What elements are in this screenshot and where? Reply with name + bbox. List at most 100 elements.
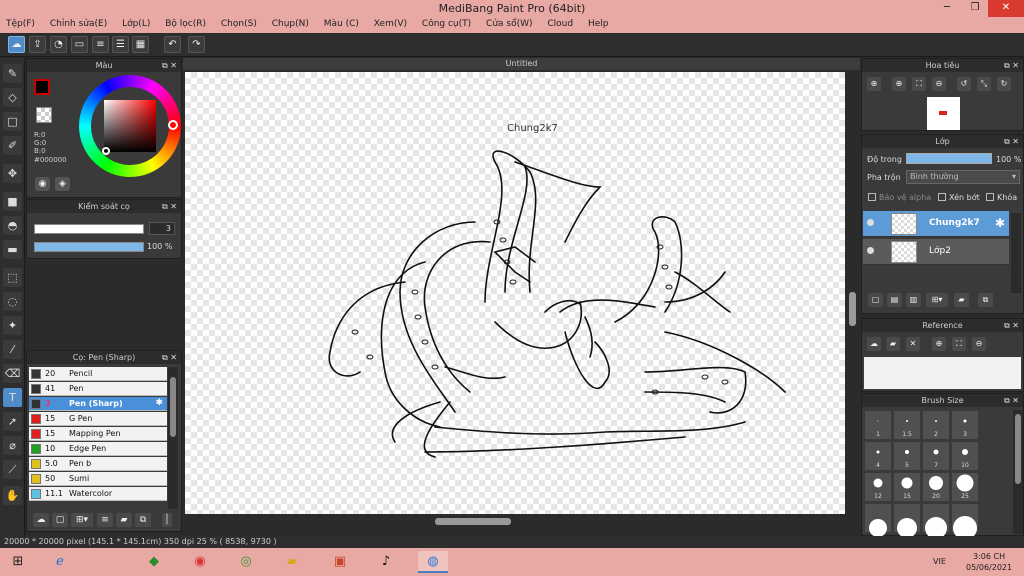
panel-buttons[interactable]: ⧉ ✕	[162, 59, 177, 72]
share-icon[interactable]: ⇪	[29, 36, 46, 53]
list-icon[interactable]: ☰	[112, 36, 129, 53]
chrome-icon[interactable]: ◉	[188, 551, 212, 573]
brush-size-cell[interactable]: 3	[951, 410, 979, 440]
zoom-out-icon[interactable]: ⊖	[972, 337, 986, 351]
fit-icon[interactable]: ⤡	[977, 77, 991, 91]
layer-row-selected[interactable]: Chung2k7 ✱	[863, 211, 1009, 237]
bluestacks-icon[interactable]: ◆	[142, 551, 166, 573]
comment-icon[interactable]: ◔	[50, 36, 67, 53]
gradient-icon[interactable]: ▬	[3, 240, 22, 259]
rotate-left-icon[interactable]: ↺	[957, 77, 971, 91]
layer-folder-icon[interactable]: ▰	[954, 293, 969, 307]
select-pen-icon[interactable]: ⁄	[3, 340, 22, 359]
tab-untitled[interactable]: Untitled	[183, 58, 860, 70]
brush-size-cell[interactable]: 10	[951, 441, 979, 471]
panel-buttons[interactable]: ⧉ ✕	[162, 200, 177, 213]
layer-opacity-slider[interactable]	[906, 153, 992, 164]
layer-settings-icon[interactable]: ✱	[995, 216, 1005, 230]
menu-snap[interactable]: Chụp(N)	[266, 17, 315, 29]
brush-item[interactable]: 15 Mapping Pen	[29, 427, 167, 441]
new-brush-icon[interactable]: ▢	[52, 513, 68, 527]
brush-size-cell[interactable]	[922, 503, 950, 539]
menu-tools[interactable]: Công cụ(T)	[416, 17, 477, 29]
coccoc-icon[interactable]: ◎	[234, 551, 258, 573]
brush-item[interactable]: 5.0 Pen b	[29, 457, 167, 471]
brush-item[interactable]: 10 Edge Pen	[29, 442, 167, 456]
close-button[interactable]: ✕	[988, 0, 1024, 17]
fill-rect-icon[interactable]: ■	[3, 192, 22, 211]
brush-size-value[interactable]: 3	[149, 222, 175, 235]
visibility-icon[interactable]	[867, 219, 874, 226]
move-icon[interactable]: ✥	[3, 164, 22, 183]
redo-icon[interactable]: ↷	[188, 36, 205, 53]
scrollbar-thumb[interactable]	[435, 518, 511, 525]
duplicate-brush-icon[interactable]: ⧉	[135, 513, 151, 527]
panel-buttons[interactable]: ⧉ ✕	[1004, 319, 1019, 332]
navigator-thumbnail[interactable]	[927, 97, 960, 130]
color-wheel[interactable]	[79, 75, 181, 177]
windows-icon[interactable]: ⊞	[6, 551, 30, 573]
drawing-canvas[interactable]: Chung2k7	[185, 72, 845, 514]
menu-layer[interactable]: Lớp(L)	[116, 17, 156, 29]
panel-buttons[interactable]: ⧉ ✕	[1004, 59, 1019, 72]
ie-icon[interactable]: ℯ	[48, 551, 72, 573]
menu-cloud[interactable]: Cloud	[541, 17, 579, 29]
brush-item[interactable]: 20 Pencil	[29, 367, 167, 381]
rotate-right-icon[interactable]: ↻	[997, 77, 1011, 91]
eraser-icon[interactable]: ◇	[3, 88, 22, 107]
brush-size-scrollbar[interactable]	[1013, 410, 1023, 534]
brush-size-cell[interactable]: 15	[893, 472, 921, 502]
clipping-checkbox[interactable]: Xén bớt	[938, 193, 980, 202]
protect-alpha-checkbox[interactable]: Bảo vệ alpha	[868, 193, 931, 202]
lasso-icon[interactable]: ◌	[3, 292, 22, 311]
pen-icon[interactable]: ✐	[3, 136, 22, 155]
menu-help[interactable]: Help	[582, 17, 615, 29]
add-brush-icon[interactable]: ⊞▾	[71, 513, 93, 527]
clock[interactable]: 3:06 CH 05/06/2021	[966, 551, 1012, 573]
transparent-swatch[interactable]	[36, 107, 52, 123]
minimize-button[interactable]: ─	[934, 0, 960, 17]
message-icon[interactable]: ▭	[71, 36, 88, 53]
brush-size-cell[interactable]: 20	[922, 472, 950, 502]
zoom-in-icon[interactable]: ⊕	[932, 337, 946, 351]
input-language[interactable]: VIE	[933, 557, 946, 566]
powerpoint-icon[interactable]: ▣	[328, 551, 352, 573]
brush-size-cell[interactable]: 1	[864, 410, 892, 440]
visibility-icon[interactable]	[867, 247, 874, 254]
close-icon[interactable]: ✕	[906, 337, 920, 351]
menu-window[interactable]: Cửa sổ(W)	[480, 17, 538, 29]
brush-opacity-slider[interactable]	[34, 242, 144, 252]
brush-item[interactable]: 50 Sumi	[29, 472, 167, 486]
brush-size-cell[interactable]: 4	[864, 441, 892, 471]
fit-screen-icon[interactable]: ⛶	[912, 77, 926, 91]
restore-button[interactable]: ❐	[962, 0, 988, 17]
brush-icon[interactable]: ✎	[3, 64, 22, 83]
panel-buttons[interactable]: ⧉ ✕	[162, 351, 177, 364]
open-folder-icon[interactable]: ▰	[886, 337, 900, 351]
undo-icon[interactable]: ↶	[164, 36, 181, 53]
brush-properties-icon[interactable]: ≡	[97, 513, 113, 527]
scrollbar-thumb[interactable]	[849, 292, 856, 326]
menu-view[interactable]: Xem(V)	[368, 17, 413, 29]
panel-buttons[interactable]: ⧉ ✕	[1004, 394, 1019, 407]
delete-brush-icon[interactable]: │	[162, 513, 172, 527]
brush-cloud-icon[interactable]: ☁	[33, 513, 49, 527]
cloud-upload-icon[interactable]: ☁	[867, 337, 881, 351]
brush-size-slider[interactable]	[34, 224, 144, 234]
palette-icon[interactable]: ◉	[35, 177, 50, 191]
new-raster-layer-icon[interactable]: ▤	[887, 293, 902, 307]
duplicate-layer-icon[interactable]: ⧉	[978, 293, 993, 307]
dropper-icon[interactable]: ⟋	[3, 460, 22, 479]
grid-icon[interactable]: ▦	[132, 36, 149, 53]
layer-row[interactable]: Lớp2	[863, 239, 1009, 265]
zoom-out-icon[interactable]: ⊖	[932, 77, 946, 91]
rectangle-icon[interactable]: □	[3, 112, 22, 131]
color-marker[interactable]	[102, 147, 110, 155]
menu-edit[interactable]: Chỉnh sửa(E)	[44, 17, 113, 29]
fit-screen-icon[interactable]: ⛶	[952, 337, 966, 351]
hand-icon[interactable]: ✋	[3, 486, 22, 505]
menu-color[interactable]: Màu (C)	[318, 17, 365, 29]
brush-settings-icon[interactable]: ✱	[155, 398, 163, 408]
brush-size-cell[interactable]	[893, 503, 921, 538]
scrollbar-thumb[interactable]	[1015, 414, 1021, 484]
